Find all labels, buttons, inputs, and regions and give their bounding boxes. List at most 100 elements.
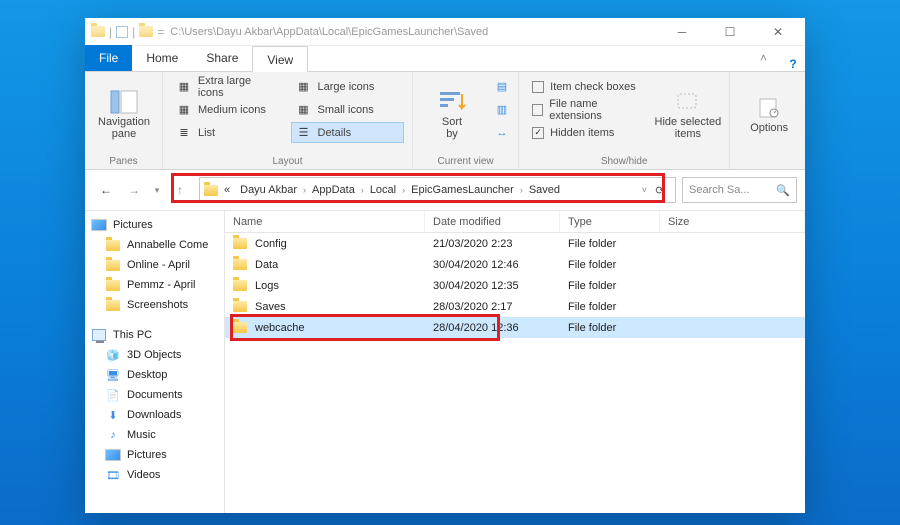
breadcrumb-overflow[interactable]: «	[220, 184, 234, 196]
hide-selected-items-button[interactable]: Hide selected items	[655, 76, 722, 154]
up-button[interactable]: ↑	[167, 177, 193, 203]
file-row[interactable]: Data 30/04/2020 12:46File folder	[225, 254, 805, 275]
group-icon: ▤	[494, 79, 510, 95]
options-button[interactable]: Options	[738, 76, 800, 154]
qat-separator: =	[157, 25, 164, 39]
recent-locations-button[interactable]: ▾	[149, 177, 165, 203]
refresh-button[interactable]: ⟳	[649, 184, 671, 197]
breadcrumb-segment[interactable]: EpicGamesLauncher	[407, 184, 518, 196]
layout-list[interactable]: ≣List	[171, 122, 285, 143]
content-area: Pictures Annabelle Come Online - April P…	[85, 210, 805, 513]
layout-large-icons[interactable]: ▦Large icons	[291, 76, 405, 97]
layout-extra-large-icons[interactable]: ▦Extra large icons	[171, 76, 285, 97]
sort-by-button[interactable]: Sort by	[421, 76, 483, 154]
minimize-button[interactable]: ─	[661, 18, 703, 46]
tab-home[interactable]: Home	[132, 45, 192, 71]
file-name-extensions-toggle[interactable]: File name extensions	[527, 99, 648, 120]
tab-share[interactable]: Share	[192, 45, 252, 71]
chevron-right-icon: ›	[361, 185, 364, 195]
checkbox-icon	[532, 104, 543, 116]
ribbon: Navigation pane Panes ▦Extra large icons…	[85, 72, 805, 170]
3d-objects-icon: 🧊	[105, 347, 121, 363]
folder-icon	[233, 259, 247, 270]
tree-node-pictures[interactable]: Pictures	[85, 215, 224, 235]
pictures-icon	[105, 447, 121, 463]
folder-icon	[233, 322, 247, 333]
tab-file[interactable]: File	[85, 45, 132, 71]
checkbox-checked-icon: ✓	[532, 127, 544, 139]
properties-icon[interactable]	[116, 26, 128, 38]
folder-icon	[233, 238, 247, 249]
navigation-tree[interactable]: Pictures Annabelle Come Online - April P…	[85, 211, 225, 513]
breadcrumb-segment[interactable]: Saved	[525, 184, 564, 196]
fit-icon: ↔	[494, 125, 510, 141]
pictures-icon	[91, 217, 107, 233]
tree-node[interactable]: 🖥Desktop	[85, 365, 224, 385]
grid-icon: ▦	[176, 102, 192, 118]
navigation-pane-icon	[110, 90, 138, 114]
ribbon-tabs: File Home Share View ˄ ?	[85, 46, 805, 72]
layout-small-icons[interactable]: ▦Small icons	[291, 99, 405, 120]
size-columns-button[interactable]: ↔	[489, 122, 515, 143]
window-title: C:\Users\Dayu Akbar\AppData\Local\EpicGa…	[170, 26, 655, 38]
ribbon-collapse-button[interactable]: ˄	[746, 45, 781, 71]
back-button[interactable]: ←	[93, 177, 119, 203]
forward-button[interactable]: →	[121, 177, 147, 203]
maximize-button[interactable]: ☐	[709, 18, 751, 46]
column-type[interactable]: Type	[560, 211, 660, 232]
close-button[interactable]: ✕	[757, 18, 799, 46]
grid-icon: ▦	[296, 79, 312, 95]
add-columns-button[interactable]: ▥	[489, 99, 515, 120]
file-row-selected[interactable]: webcache 28/04/2020 12:36File folder	[225, 317, 805, 338]
tree-node[interactable]: ⬇Downloads	[85, 405, 224, 425]
breadcrumb-segment[interactable]: Dayu Akbar	[236, 184, 301, 196]
qat-separator: |	[109, 25, 112, 39]
ribbon-group-layout: ▦Extra large icons ▦Medium icons ≣List ▦…	[163, 72, 413, 169]
navigation-pane-button[interactable]: Navigation pane	[93, 76, 155, 154]
checkbox-icon	[532, 81, 544, 93]
item-check-boxes-toggle[interactable]: Item check boxes	[527, 76, 648, 97]
file-row[interactable]: Logs 30/04/2020 12:35File folder	[225, 275, 805, 296]
folder-icon	[105, 257, 121, 273]
columns-icon: ▥	[494, 102, 510, 118]
file-rows[interactable]: Config 21/03/2020 2:23File folder Data 3…	[225, 233, 805, 513]
layout-medium-icons[interactable]: ▦Medium icons	[171, 99, 285, 120]
nav-arrows: ← → ▾ ↑	[93, 177, 193, 203]
column-size[interactable]: Size	[660, 211, 805, 232]
file-row[interactable]: Config 21/03/2020 2:23File folder	[225, 233, 805, 254]
hidden-items-toggle[interactable]: ✓Hidden items	[527, 122, 648, 143]
hide-icon	[674, 90, 702, 114]
tree-node[interactable]: 🧊3D Objects	[85, 345, 224, 365]
tree-node[interactable]: Pemmz - April	[85, 275, 224, 295]
layout-details[interactable]: ☰Details	[291, 122, 405, 143]
tree-node-this-pc[interactable]: This PC	[85, 325, 224, 345]
folder-icon	[91, 26, 105, 37]
search-placeholder: Search Sa...	[689, 184, 750, 196]
column-date[interactable]: Date modified	[425, 211, 560, 232]
breadcrumb-bar[interactable]: « Dayu Akbar› AppData› Local› EpicGamesL…	[199, 177, 676, 203]
file-row[interactable]: Saves 28/03/2020 2:17File folder	[225, 296, 805, 317]
search-box[interactable]: Search Sa... 🔍	[682, 177, 797, 203]
folder-icon	[105, 237, 121, 253]
folder-icon	[233, 280, 247, 291]
folder-icon	[204, 185, 218, 196]
tree-node[interactable]: Screenshots	[85, 295, 224, 315]
breadcrumb-segment[interactable]: Local	[366, 184, 400, 196]
tree-node[interactable]: ♪Music	[85, 425, 224, 445]
history-dropdown-button[interactable]: ˅	[642, 185, 647, 195]
videos-icon: 🎞	[105, 467, 121, 483]
tree-node[interactable]: Annabelle Come	[85, 235, 224, 255]
tab-view[interactable]: View	[252, 46, 308, 72]
group-by-button[interactable]: ▤	[489, 76, 515, 97]
tree-node[interactable]: Pictures	[85, 445, 224, 465]
column-name[interactable]: Name	[225, 211, 425, 232]
explorer-window: | | = C:\Users\Dayu Akbar\AppData\Local\…	[85, 18, 805, 513]
tree-node[interactable]: 🎞Videos	[85, 465, 224, 485]
tree-node[interactable]: Online - April	[85, 255, 224, 275]
tree-node[interactable]: 📄Documents	[85, 385, 224, 405]
sort-icon	[438, 90, 466, 114]
help-button[interactable]: ?	[781, 57, 805, 71]
breadcrumb-segment[interactable]: AppData	[308, 184, 359, 196]
ribbon-group-label	[738, 154, 797, 167]
ribbon-group-current-view: Sort by ▤ ▥ ↔ Current view	[413, 72, 519, 169]
